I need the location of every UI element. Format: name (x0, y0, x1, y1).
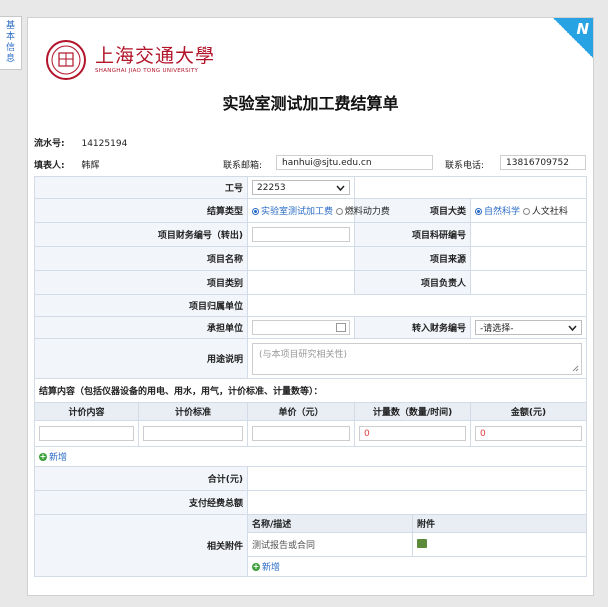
settlement-form-table: 工号 22253 结算类型 实验室测试加工费 燃料动力费 项目大类 自然科学 人… (33, 176, 588, 577)
paid-total-label: 支付经费总额 (33, 490, 249, 515)
finance-no-input[interactable] (252, 227, 351, 242)
project-source-label: 项目来源 (354, 246, 472, 271)
purpose-placeholder: (与本项目研究相关性) (259, 349, 348, 360)
plus-circle-icon: + (252, 561, 261, 571)
add-settle-row-button[interactable]: + 新增 (39, 450, 67, 463)
resize-handle-icon[interactable] (572, 365, 579, 372)
col-amount: 金额(元) (470, 402, 588, 421)
job-no-value: 22253 (257, 182, 286, 193)
purpose-label: 用途说明 (33, 338, 249, 379)
filler-value: 韩辉 (81, 161, 100, 171)
col-unit-price: 单价（元） (247, 402, 356, 421)
side-tab-basic-info[interactable]: 基 本 信 息 (0, 16, 22, 70)
email-field[interactable]: hanhui@sjtu.edu.cn (276, 155, 433, 170)
pricing-content-input[interactable] (39, 426, 134, 441)
logo-chinese-name: 上海交通大學 (95, 45, 216, 67)
plus-circle-icon: + (39, 451, 47, 461)
attach-col-file: 附件 (412, 514, 588, 533)
research-no-label: 项目科研编号 (354, 222, 472, 247)
serial-value: 14125194 (81, 139, 128, 149)
chevron-down-icon (336, 185, 345, 191)
filler-row: 填表人: 韩辉 (34, 158, 100, 171)
attachments-label: 相关附件 (33, 514, 249, 577)
project-name-label: 项目名称 (33, 246, 249, 271)
col-pricing-content: 计价内容 (34, 402, 139, 421)
page-title: 实验室测试加工费结算单 (222, 94, 399, 113)
amount-input[interactable]: 0 (475, 426, 583, 441)
radio-checked-icon (475, 208, 483, 215)
attach-col-name: 名称/描述 (247, 514, 414, 533)
undertake-date-input[interactable] (252, 320, 351, 335)
side-tab-char: 基 (5, 21, 15, 31)
university-seal-icon (46, 40, 86, 80)
phone-label: 联系电话: (445, 161, 485, 171)
corner-badge[interactable]: N (553, 18, 593, 58)
filler-label: 填表人: (34, 161, 65, 171)
table-row: 0 0 (34, 420, 588, 447)
university-logo: 上海交通大學 SHANGHAI JIAO TONG UNIVERSITY (45, 39, 225, 81)
serial-label: 流水号: (34, 139, 65, 149)
unit-price-input[interactable] (252, 426, 351, 441)
settle-type-radio-lab[interactable]: 实验室测试加工费 (252, 207, 333, 217)
job-no-label: 工号 (33, 176, 249, 199)
purpose-textarea[interactable]: (与本项目研究相关性) (252, 342, 583, 375)
project-cat-radio-humanities[interactable]: 人文社科 (522, 207, 568, 217)
radio-checked-icon (252, 208, 260, 215)
settle-type-radio-fuel[interactable]: 燃料动力费 (335, 207, 390, 217)
add-attachment-button[interactable]: + 新增 (252, 560, 280, 573)
transfer-finance-no-select[interactable]: -请选择- (475, 320, 583, 335)
transfer-select-value: -请选择- (480, 324, 514, 334)
finance-no-label: 项目财务编号（转出) (33, 222, 249, 247)
settle-section-label: 结算内容（包括仪器设备的用电、用水，用气，计价标准、计量数等）： (33, 378, 588, 403)
project-type-label: 项目类别 (33, 270, 249, 295)
undertake-unit-label: 承担单位 (33, 316, 249, 339)
col-pricing-standard: 计价标准 (137, 402, 249, 421)
phone-field[interactable]: 13816709752 (500, 155, 586, 170)
side-tab-char: 息 (5, 54, 15, 64)
side-tab-char: 信 (5, 43, 15, 53)
pricing-standard-input[interactable] (143, 426, 244, 441)
add-attachment-label: 新增 (262, 563, 281, 573)
calendar-icon (336, 323, 347, 332)
attachment-upload-icon[interactable] (417, 538, 428, 548)
side-tab-char: 本 (5, 32, 15, 42)
radio-unchecked-icon (522, 208, 530, 215)
email-label: 联系邮箱: (223, 161, 263, 171)
settle-type-label: 结算类型 (33, 198, 249, 223)
transfer-finance-no-label: 转入财务编号 (354, 316, 472, 339)
col-quantity: 计量数（数量/时间) (354, 402, 472, 421)
logo-english-name: SHANGHAI JIAO TONG UNIVERSITY (95, 68, 199, 74)
attach-row-name: 测试报告或合同 (247, 532, 414, 557)
serial-row: 流水号: 14125194 (34, 136, 127, 149)
job-no-select[interactable]: 22253 (252, 180, 351, 195)
corner-n-icon: N (576, 20, 589, 38)
total-label: 合计(元) (33, 466, 249, 491)
project-leader-label: 项目负责人 (354, 270, 472, 295)
quantity-input[interactable]: 0 (359, 426, 467, 441)
chevron-down-icon (568, 325, 577, 331)
radio-unchecked-icon (335, 208, 343, 215)
project-cat-radio-science[interactable]: 自然科学 (475, 207, 520, 217)
form-paper: N 上海交通大學 SHANGHAI JIAO TONG UNIVERSITY 实… (27, 17, 594, 596)
add-settle-row-label: 新增 (49, 453, 68, 463)
project-unit-label: 项目归属单位 (33, 294, 249, 317)
